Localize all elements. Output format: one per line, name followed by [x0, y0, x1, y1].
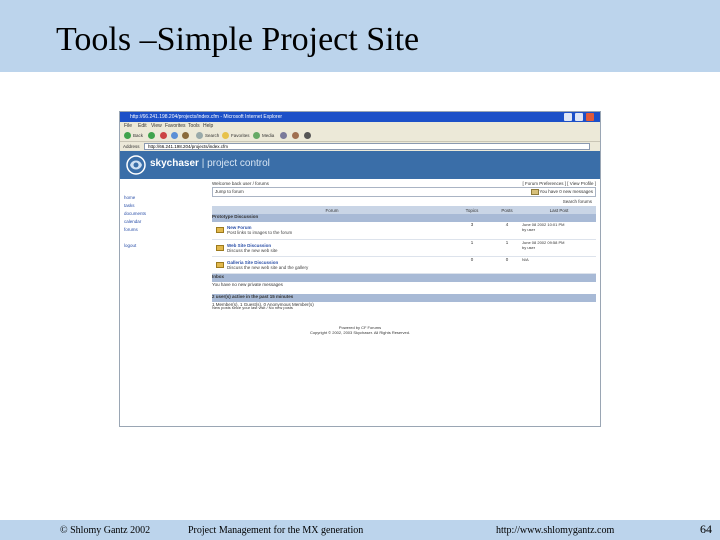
nav-tasks[interactable]: tasks	[124, 202, 160, 210]
jump-bar: Jump to forum You have 0 new messages	[212, 187, 596, 197]
inbox-header: Inbox	[212, 273, 596, 282]
jump-to-forum[interactable]: Jump to forum	[215, 188, 244, 196]
address-input[interactable]: http://66.241.198.204/projects/index.cfm	[144, 143, 590, 150]
nav-forums[interactable]: forums	[124, 226, 160, 234]
menu-file[interactable]: File	[124, 122, 132, 130]
inbox-row: You have no new private messages	[212, 282, 596, 294]
favorites-icon[interactable]	[222, 132, 229, 139]
footer-course-title: Project Management for the MX generation	[188, 525, 364, 536]
menu-help[interactable]: Help	[203, 122, 213, 130]
minimize-icon[interactable]	[564, 113, 572, 121]
print-icon[interactable]	[304, 132, 311, 139]
last-post-date: N/A	[522, 256, 529, 262]
forum-name[interactable]: Web Site Discussion	[227, 243, 278, 248]
refresh-icon[interactable]	[171, 132, 178, 139]
folder-icon	[216, 261, 224, 268]
forum-description: Discuss the new web site and the gallery	[227, 264, 309, 270]
search-forums-link[interactable]: Search forums	[563, 199, 592, 204]
menu-edit[interactable]: Edit	[138, 122, 147, 130]
topic-count: 3	[452, 222, 492, 240]
window-titlebar: http://66.241.198.204/projects/index.cfm…	[120, 112, 600, 122]
stop-icon[interactable]	[160, 132, 167, 139]
table-row[interactable]: Galleria Site Discussion Discuss the new …	[212, 256, 596, 274]
posts-legend: New posts since your last visit / No new…	[212, 305, 293, 310]
welcome-text: Welcome back user / forums	[212, 181, 269, 186]
last-post-author[interactable]: by user	[522, 245, 596, 250]
menu-tools[interactable]: Tools	[188, 122, 200, 130]
table-row[interactable]: New Forum Post links to images to the for…	[212, 222, 596, 240]
inbox-text[interactable]: You have no new private messages	[212, 282, 596, 294]
address-label: Address	[123, 144, 140, 149]
page-number: 64	[700, 522, 712, 536]
site-footer: Powered by CF Forums Copyright © 2002, 2…	[120, 325, 600, 335]
menu-view[interactable]: View	[151, 122, 162, 130]
folder-icon	[216, 244, 224, 251]
forum-description: Discuss the new web site	[227, 247, 278, 253]
category-row: Prototype Discussion	[212, 214, 596, 222]
skychaser-logo-icon	[126, 155, 146, 175]
mail-icon[interactable]	[292, 132, 299, 139]
profile-links[interactable]: [ Forum Preferences ] [ View Profile ]	[523, 181, 596, 186]
browser-screenshot: http://66.241.198.204/projects/index.cfm…	[120, 112, 600, 426]
category-title: Prototype Discussion	[212, 214, 596, 222]
favorites-label: Favorites	[231, 133, 250, 138]
nav-logout[interactable]: logout	[124, 242, 160, 250]
col-last-post: Last Post	[522, 206, 596, 214]
nav-documents[interactable]: documents	[124, 210, 160, 218]
col-forum: Forum	[212, 206, 452, 214]
forward-icon[interactable]	[148, 132, 155, 139]
forum-description: Post links to images to the forum	[227, 230, 293, 235]
footer-copyright: © Shlomy Gantz 2002	[60, 525, 151, 536]
topic-count: 1	[452, 239, 492, 257]
col-topics: Topics	[452, 206, 492, 214]
logo-subtitle: | project control	[201, 158, 270, 169]
media-label: Media	[262, 133, 275, 138]
footer-url[interactable]: http://www.shlomygantz.com	[496, 525, 614, 537]
post-count: 0	[492, 256, 522, 274]
post-count: 4	[492, 222, 522, 240]
address-bar: Address http://66.241.198.204/projects/i…	[120, 142, 600, 151]
media-icon[interactable]	[253, 132, 260, 139]
new-message-icon	[531, 189, 539, 195]
search-icon[interactable]	[196, 132, 203, 139]
active-users-label: 2 user(s) active in the past 15 minutes	[212, 293, 596, 302]
table-row[interactable]: Web Site Discussion Discuss the new web s…	[212, 239, 596, 257]
menu-favorites[interactable]: Favorites	[165, 122, 186, 130]
slide-title: Tools –Simple Project Site	[56, 21, 420, 58]
site-logo-text[interactable]: skychaser | project control	[150, 157, 270, 171]
nav-calendar[interactable]: calendar	[124, 218, 160, 226]
active-users-header: 2 user(s) active in the past 15 minutes	[212, 293, 596, 302]
post-count: 1	[492, 239, 522, 257]
topic-count: 0	[452, 256, 492, 274]
browser-toolbar: Back Search Favorites Media	[120, 130, 600, 142]
home-icon[interactable]	[182, 132, 189, 139]
forum-table: Forum Topics Posts Last Post Prototype D…	[212, 206, 596, 314]
folder-icon	[216, 227, 224, 233]
back-icon[interactable]	[124, 132, 131, 139]
new-messages-text[interactable]: You have 0 new messages	[539, 188, 593, 196]
history-icon[interactable]	[280, 132, 287, 139]
menu-bar: File Edit View Favorites Tools Help	[120, 122, 600, 130]
inbox-label: Inbox	[212, 273, 596, 282]
back-label: Back	[133, 133, 144, 138]
table-header: Forum Topics Posts Last Post	[212, 206, 596, 214]
last-post-author[interactable]: by user	[522, 227, 596, 232]
copyright: Copyright © 2002, 2003 Skychaser. All Ri…	[309, 330, 411, 335]
logo-brand: skychaser	[150, 158, 199, 169]
close-icon[interactable]	[586, 113, 594, 121]
maximize-icon[interactable]	[575, 113, 583, 121]
site-sidebar: home tasks documents calendar forums log…	[124, 194, 160, 250]
search-label: Search	[205, 133, 220, 138]
nav-home[interactable]: home	[124, 194, 160, 202]
col-posts: Posts	[492, 206, 522, 214]
site-banner: skychaser | project control	[120, 151, 600, 179]
